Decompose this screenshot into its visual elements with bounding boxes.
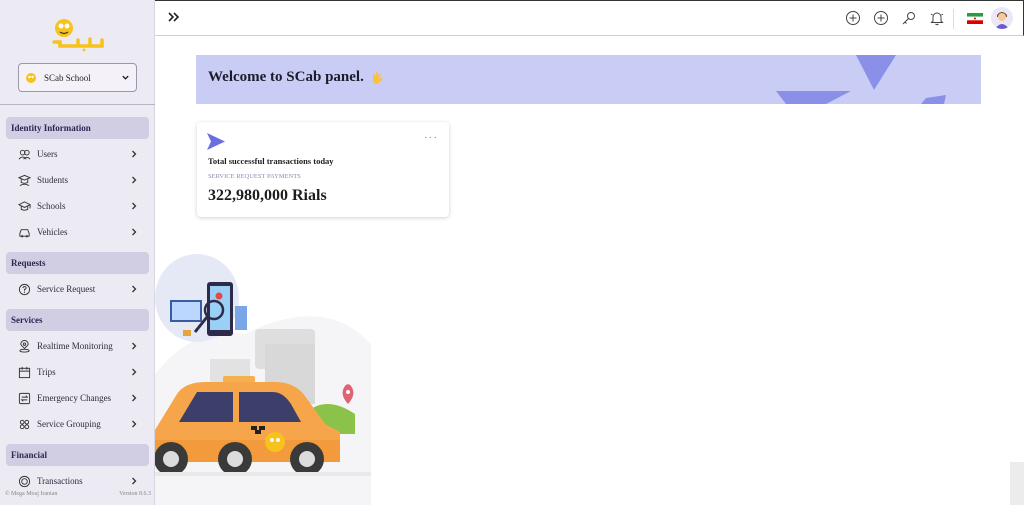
sidebar-item-trips[interactable]: Trips (18, 362, 138, 382)
sidebar-item-transactions[interactable]: Transactions (18, 471, 138, 491)
add-circle-icon[interactable] (873, 10, 889, 26)
chevron-right-icon (132, 285, 137, 293)
sidebar-item-label: Service Request (37, 284, 96, 294)
chevron-right-icon (132, 394, 137, 402)
student-icon (18, 174, 31, 186)
chevron-right-icon (132, 150, 137, 158)
sidebar: SCab School Identity Information Users S… (0, 0, 155, 505)
sidebar-item-label: Vehicles (37, 227, 68, 237)
section-services: Services (6, 309, 149, 331)
transactions-card: ··· Total successful transactions today … (197, 122, 449, 217)
chevron-right-icon (132, 368, 137, 376)
card-menu-button[interactable]: ··· (424, 132, 438, 144)
sidebar-footer: © Mega Moaj Iranian Version 8.6.3 (5, 491, 151, 497)
scab-logo (52, 19, 104, 52)
school-select-label: SCab School (44, 72, 91, 83)
coin-icon (18, 475, 31, 487)
chevron-right-icon (132, 420, 137, 428)
sidebar-item-vehicles[interactable]: Vehicles (18, 222, 138, 242)
waving-hand-icon (372, 71, 383, 84)
chevron-right-icon (132, 228, 137, 236)
sidebar-item-label: Transactions (37, 476, 83, 486)
car-icon (19, 228, 30, 237)
sidebar-item-label: Trips (37, 367, 56, 377)
location-pin-icon (19, 339, 30, 353)
banner-decoration (776, 55, 946, 104)
sidebar-item-label: Service Grouping (37, 419, 101, 429)
sidebar-item-emergency-changes[interactable]: Emergency Changes (18, 388, 138, 408)
users-icon (18, 149, 31, 159)
sidebar-divider (0, 104, 155, 105)
card-title: Total successful transactions today (208, 156, 334, 166)
topbar (155, 0, 1024, 36)
sidebar-item-realtime-monitoring[interactable]: Realtime Monitoring (18, 336, 138, 356)
card-subtitle: SERVICE REQUEST PAYMENTS (208, 173, 301, 180)
swap-icon (18, 392, 31, 404)
sidebar-item-students[interactable]: Students (18, 170, 138, 190)
key-icon[interactable] (901, 10, 917, 26)
calendar-icon (18, 366, 31, 378)
group-icon (19, 419, 30, 429)
bell-icon[interactable] (929, 10, 945, 26)
user-avatar-icon (991, 7, 1013, 29)
avatar[interactable] (991, 7, 1013, 29)
welcome-banner: Welcome to SCab panel. (196, 55, 981, 104)
sidebar-item-service-grouping[interactable]: Service Grouping (18, 414, 138, 434)
sidebar-item-label: Schools (37, 201, 66, 211)
iran-flag-icon[interactable] (967, 13, 983, 24)
school-select[interactable]: SCab School (18, 63, 137, 92)
chevron-right-icon (132, 202, 137, 210)
page-edge-block (1010, 462, 1024, 505)
chevron-right-icon (132, 477, 137, 485)
chevron-down-icon (122, 75, 129, 80)
banner-title: Welcome to SCab panel. (208, 69, 364, 85)
sidebar-item-service-request[interactable]: Service Request (18, 279, 138, 299)
sidebar-item-label: Realtime Monitoring (37, 341, 113, 351)
sidebar-item-label: Students (37, 175, 69, 185)
add-circle-icon[interactable] (845, 10, 861, 26)
paper-plane-icon (207, 133, 225, 150)
section-requests: Requests (6, 252, 149, 274)
sidebar-item-users[interactable]: Users (18, 144, 138, 164)
taxi-illustration (155, 254, 371, 505)
school-logo-icon (26, 72, 36, 83)
topbar-separator (953, 9, 954, 29)
section-financial: Financial (6, 444, 149, 466)
sidebar-item-schools[interactable]: Schools (18, 196, 138, 216)
graduation-cap-icon (18, 200, 31, 211)
sidebar-item-label: Emergency Changes (37, 393, 112, 403)
expand-icon[interactable] (167, 10, 181, 24)
section-identity-information: Identity Information (6, 117, 149, 139)
version-text: Version 8.6.3 (119, 491, 151, 497)
chevron-right-icon (132, 342, 137, 350)
copyright-text: © Mega Moaj Iranian (5, 491, 58, 497)
sidebar-item-label: Users (37, 149, 58, 159)
question-circle-icon (18, 283, 31, 295)
chevron-right-icon (132, 176, 137, 184)
card-value: 322,980,000 Rials (208, 187, 327, 204)
